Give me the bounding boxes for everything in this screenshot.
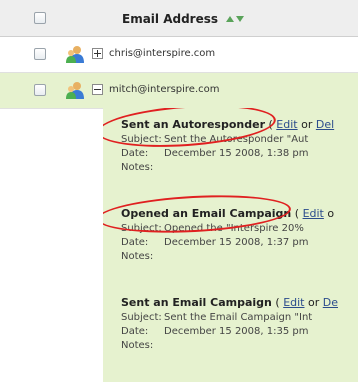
subscriber-events-panel: Sent an Autoresponder ( Edit or Del Subj… [103,108,358,382]
collapse-icon[interactable] [92,84,103,95]
subscriber-email[interactable]: mitch@interspire.com [109,84,220,95]
table-row: mitch@interspire.com [0,73,358,109]
delete-link[interactable]: De [323,296,338,309]
delete-link[interactable]: Del [316,118,334,131]
subscriber-email[interactable]: chris@interspire.com [109,48,215,59]
event-notes: Notes: [121,162,154,173]
event-title-line: Sent an Autoresponder ( Edit or Del [121,118,335,131]
event-subject: Subject: Sent the Autoresponder "Aut [121,134,309,145]
event-entry: Opened an Email Campaign ( Edit o Subjec… [121,207,358,262]
event-title-line: Sent an Email Campaign ( Edit or De [121,296,338,309]
event-subject: Subject: Opened the "Interspire 20% [121,223,304,234]
event-title: Sent an Autoresponder [121,118,265,131]
select-all-checkbox[interactable] [34,12,46,24]
row-checkbox[interactable] [34,48,46,60]
sort-arrows-icon[interactable] [225,14,245,24]
event-notes: Notes: [121,340,154,351]
event-entry: Sent an Autoresponder ( Edit or Del Subj… [121,118,358,173]
event-date: Date: December 15 2008, 1:35 pm [121,326,309,337]
event-title: Sent an Email Campaign [121,296,272,309]
event-notes: Notes: [121,251,154,262]
subscriber-icon [66,46,84,63]
event-subject: Subject: Sent the Email Campaign "Int [121,312,313,323]
edit-link[interactable]: Edit [303,207,324,220]
expand-icon[interactable] [92,48,103,59]
subscriber-icon [66,82,84,99]
event-date: Date: December 15 2008, 1:37 pm [121,237,309,248]
edit-link[interactable]: Edit [283,296,304,309]
email-address-column-header[interactable]: Email Address [122,12,218,26]
event-entry: Sent an Email Campaign ( Edit or De Subj… [121,296,358,351]
table-row: chris@interspire.com [0,37,358,73]
edit-link[interactable]: Edit [276,118,297,131]
event-date: Date: December 15 2008, 1:38 pm [121,148,309,159]
event-title: Opened an Email Campaign [121,207,292,220]
table-header: Email Address [0,0,358,37]
event-title-line: Opened an Email Campaign ( Edit o [121,207,335,220]
row-checkbox[interactable] [34,84,46,96]
